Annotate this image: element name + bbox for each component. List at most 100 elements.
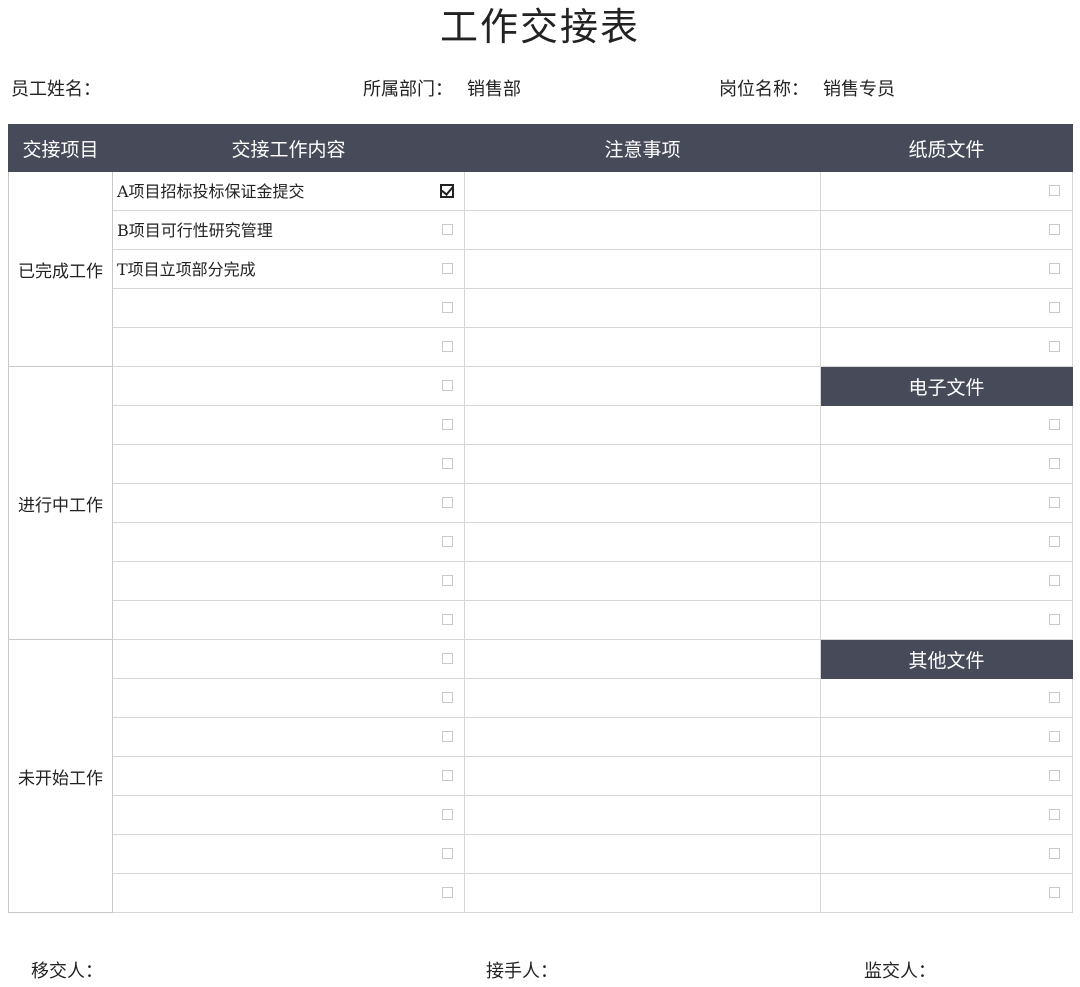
work-content-cell[interactable]: A项目招标投标保证金提交 bbox=[112, 171, 465, 211]
file-cell[interactable] bbox=[820, 678, 1073, 718]
checkbox[interactable] bbox=[1049, 770, 1060, 781]
work-content-cell[interactable] bbox=[112, 756, 465, 796]
checkbox[interactable] bbox=[1049, 185, 1060, 196]
checkbox[interactable] bbox=[442, 770, 453, 781]
file-cell[interactable] bbox=[820, 717, 1073, 757]
checkbox[interactable] bbox=[442, 809, 453, 820]
checkbox[interactable] bbox=[1049, 887, 1060, 898]
notes-cell[interactable] bbox=[464, 795, 821, 835]
table-row bbox=[9, 561, 1073, 601]
notes-cell[interactable] bbox=[464, 288, 821, 328]
checkbox[interactable] bbox=[1049, 575, 1060, 586]
file-cell[interactable] bbox=[820, 834, 1073, 874]
file-cell[interactable] bbox=[820, 795, 1073, 835]
checkbox[interactable] bbox=[442, 302, 453, 313]
file-cell[interactable] bbox=[820, 210, 1073, 250]
checkbox[interactable] bbox=[442, 536, 453, 547]
checkbox[interactable] bbox=[442, 341, 453, 352]
file-cell[interactable] bbox=[820, 405, 1073, 445]
work-content-cell[interactable] bbox=[112, 288, 465, 328]
notes-cell[interactable] bbox=[464, 717, 821, 757]
checkbox[interactable] bbox=[1049, 224, 1060, 235]
work-content-cell[interactable] bbox=[112, 483, 465, 523]
checkbox[interactable] bbox=[1049, 809, 1060, 820]
work-content-cell[interactable] bbox=[112, 678, 465, 718]
work-content-cell[interactable] bbox=[112, 444, 465, 484]
checkbox[interactable] bbox=[442, 614, 453, 625]
notes-cell[interactable] bbox=[464, 522, 821, 562]
notes-cell[interactable] bbox=[464, 483, 821, 523]
checkbox[interactable] bbox=[1049, 419, 1060, 430]
work-content-cell[interactable] bbox=[112, 405, 465, 445]
notes-cell[interactable] bbox=[464, 561, 821, 601]
checkbox[interactable] bbox=[442, 263, 453, 274]
checkbox[interactable] bbox=[1049, 848, 1060, 859]
file-cell[interactable] bbox=[820, 288, 1073, 328]
work-content-cell[interactable] bbox=[112, 327, 465, 367]
checkbox[interactable] bbox=[442, 848, 453, 859]
notes-cell[interactable] bbox=[464, 678, 821, 718]
notes-cell[interactable] bbox=[464, 600, 821, 640]
table-row bbox=[9, 678, 1073, 718]
checkbox[interactable] bbox=[442, 887, 453, 898]
work-content-cell[interactable] bbox=[112, 873, 465, 913]
file-cell[interactable] bbox=[820, 444, 1073, 484]
checkbox[interactable] bbox=[1049, 692, 1060, 703]
work-content-cell[interactable] bbox=[112, 600, 465, 640]
notes-cell[interactable] bbox=[464, 210, 821, 250]
notes-cell[interactable] bbox=[464, 444, 821, 484]
notes-cell[interactable] bbox=[464, 327, 821, 367]
supervisor-label: 监交人： bbox=[864, 961, 936, 982]
file-cell[interactable] bbox=[820, 561, 1073, 601]
work-content-cell[interactable]: B项目可行性研究管理 bbox=[112, 210, 465, 250]
file-cell[interactable] bbox=[820, 327, 1073, 367]
file-cell[interactable] bbox=[820, 600, 1073, 640]
notes-cell[interactable] bbox=[464, 639, 821, 679]
work-content-cell[interactable] bbox=[112, 639, 465, 679]
position-value[interactable]: 销售专员 bbox=[823, 79, 895, 100]
checkbox[interactable] bbox=[442, 575, 453, 586]
checkbox[interactable] bbox=[1049, 263, 1060, 274]
transferor-field: 移交人： bbox=[31, 958, 103, 986]
checkbox[interactable] bbox=[1049, 302, 1060, 313]
notes-cell[interactable] bbox=[464, 249, 821, 289]
work-content-cell[interactable] bbox=[112, 522, 465, 562]
table-row: 未开始工作 其他文件 bbox=[8, 639, 1073, 913]
checked-checkbox[interactable] bbox=[440, 184, 454, 198]
file-cell[interactable] bbox=[820, 249, 1073, 289]
checkbox[interactable] bbox=[442, 380, 453, 391]
notes-cell[interactable] bbox=[464, 834, 821, 874]
notes-cell[interactable] bbox=[464, 756, 821, 796]
notes-cell[interactable] bbox=[464, 171, 821, 211]
file-cell[interactable] bbox=[820, 171, 1073, 211]
checkbox[interactable] bbox=[442, 458, 453, 469]
work-content-cell[interactable] bbox=[112, 561, 465, 601]
checkbox[interactable] bbox=[1049, 497, 1060, 508]
checkbox[interactable] bbox=[1049, 536, 1060, 547]
work-content-cell[interactable] bbox=[112, 834, 465, 874]
notes-cell[interactable] bbox=[464, 405, 821, 445]
checkbox[interactable] bbox=[442, 497, 453, 508]
table-row bbox=[9, 327, 1073, 367]
checkbox[interactable] bbox=[1049, 731, 1060, 742]
work-content-text: A项目招标投标保证金提交 bbox=[117, 182, 305, 201]
checkbox[interactable] bbox=[1049, 458, 1060, 469]
checkbox[interactable] bbox=[1049, 614, 1060, 625]
notes-cell[interactable] bbox=[464, 873, 821, 913]
work-content-cell[interactable]: T项目立项部分完成 bbox=[112, 249, 465, 289]
checkbox[interactable] bbox=[1049, 341, 1060, 352]
file-cell[interactable] bbox=[820, 483, 1073, 523]
work-content-cell[interactable] bbox=[112, 366, 465, 406]
file-cell[interactable] bbox=[820, 873, 1073, 913]
checkbox[interactable] bbox=[442, 653, 453, 664]
file-cell[interactable] bbox=[820, 756, 1073, 796]
checkbox[interactable] bbox=[442, 692, 453, 703]
work-content-cell[interactable] bbox=[112, 717, 465, 757]
work-content-cell[interactable] bbox=[112, 795, 465, 835]
checkbox[interactable] bbox=[442, 731, 453, 742]
department-value[interactable]: 销售部 bbox=[467, 79, 521, 100]
checkbox[interactable] bbox=[442, 224, 453, 235]
notes-cell[interactable] bbox=[464, 366, 821, 406]
checkbox[interactable] bbox=[442, 419, 453, 430]
file-cell[interactable] bbox=[820, 522, 1073, 562]
